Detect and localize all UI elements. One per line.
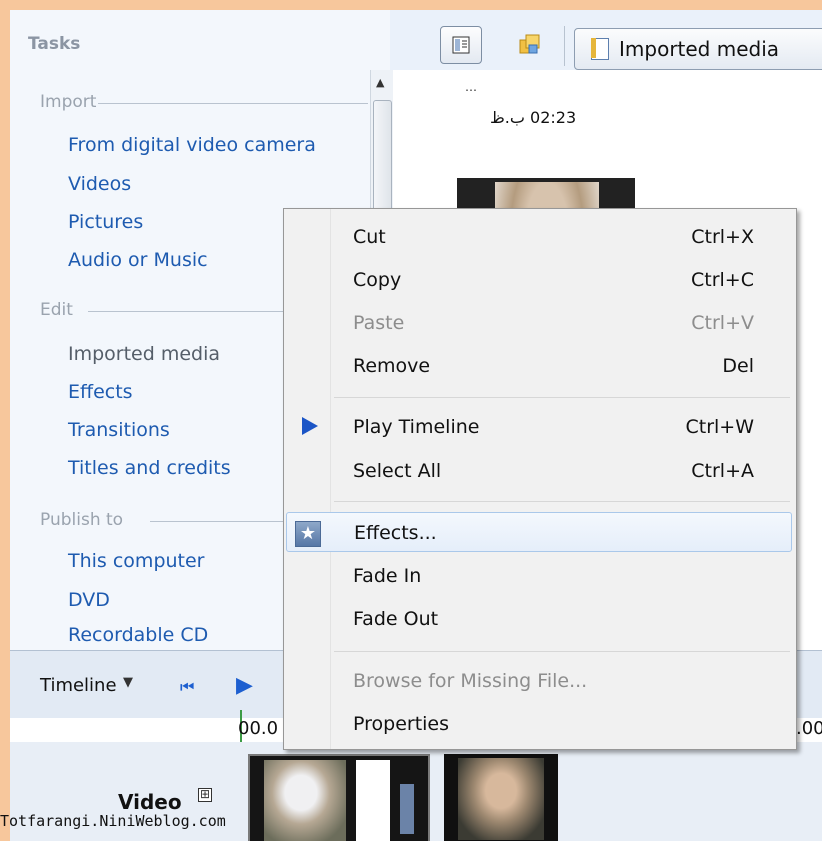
- menu-item-shortcut: Ctrl+V: [691, 312, 754, 334]
- menu-item-label: Play Timeline: [353, 416, 480, 438]
- menu-item-play-timeline[interactable]: Play Timeline Ctrl+W: [286, 407, 792, 447]
- menu-item-shortcut: Del: [722, 355, 754, 377]
- section-header-import: Import: [40, 92, 97, 112]
- menu-item-label: Effects...: [354, 522, 437, 544]
- transition-marker[interactable]: [400, 784, 414, 834]
- menu-item-select-all[interactable]: Select All Ctrl+A: [286, 451, 792, 491]
- menu-item-shortcut: Ctrl+A: [691, 460, 754, 482]
- clip-caption-time: 02:23 ب.ظ: [490, 108, 577, 127]
- menu-item-label: Remove: [353, 355, 431, 377]
- expand-track-icon[interactable]: ⊞: [198, 788, 212, 802]
- task-link-recordable-cd[interactable]: Recordable CD: [68, 624, 208, 648]
- menu-item-label: Fade Out: [353, 608, 439, 630]
- clip-caption-top: …: [465, 80, 479, 94]
- pane-layout-icon: [452, 36, 470, 54]
- task-link-audio-or-music[interactable]: Audio or Music: [68, 249, 208, 271]
- chevron-down-icon[interactable]: ▼: [123, 675, 133, 690]
- task-link-digital-video-camera[interactable]: From digital video camera: [68, 134, 316, 156]
- menu-item-label: Properties: [353, 713, 450, 735]
- menu-item-shortcut: Ctrl+X: [691, 226, 754, 248]
- collections-icon: [519, 34, 540, 54]
- play-icon[interactable]: ▶: [236, 673, 253, 698]
- collection-dropdown-label: Imported media: [619, 37, 780, 61]
- task-link-dvd[interactable]: DVD: [68, 589, 110, 611]
- task-link-videos[interactable]: Videos: [68, 173, 131, 195]
- task-link-transitions[interactable]: Transitions: [68, 419, 170, 441]
- rewind-to-start-icon[interactable]: ⏮: [180, 677, 194, 697]
- menu-item-cut[interactable]: Cut Ctrl+X: [286, 217, 792, 257]
- task-link-titles-and-credits[interactable]: Titles and credits: [68, 457, 231, 479]
- context-menu: Cut Ctrl+X Copy Ctrl+C Paste Ctrl+V Remo…: [283, 208, 797, 750]
- divider: [88, 311, 288, 312]
- menu-item-label: Fade In: [353, 565, 422, 587]
- video-track-label: Video: [118, 790, 182, 814]
- show-tasks-pane-button[interactable]: [440, 26, 482, 64]
- play-icon: [302, 417, 318, 435]
- menu-item-label: Browse for Missing File...: [353, 670, 588, 692]
- clip-frame-image: [356, 760, 390, 841]
- collections-button[interactable]: [516, 32, 544, 60]
- menu-item-label: Copy: [353, 269, 402, 291]
- menu-separator: [334, 651, 790, 652]
- menu-item-label: Select All: [353, 460, 442, 482]
- toolbar-separator: [564, 26, 565, 66]
- menu-item-copy[interactable]: Copy Ctrl+C: [286, 260, 792, 300]
- effects-star-icon: ★: [295, 521, 321, 547]
- clip-frame-image: [458, 758, 544, 840]
- menu-item-paste[interactable]: Paste Ctrl+V: [286, 303, 792, 343]
- ruler-start-time: 00.0: [238, 718, 279, 739]
- menu-separator: [334, 397, 790, 398]
- menu-item-label: Paste: [353, 312, 405, 334]
- menu-item-browse-missing-file[interactable]: Browse for Missing File...: [286, 661, 792, 701]
- task-link-this-computer[interactable]: This computer: [68, 550, 205, 572]
- menu-separator: [334, 501, 790, 502]
- document-icon: [591, 38, 609, 60]
- menu-item-shortcut: Ctrl+C: [691, 269, 754, 291]
- menu-item-effects[interactable]: ★ Effects...: [286, 512, 792, 552]
- section-header-publish: Publish to: [40, 510, 124, 530]
- menu-item-label: Cut: [353, 226, 386, 248]
- menu-item-shortcut: Ctrl+W: [685, 416, 754, 438]
- clip-frame-image: [264, 760, 346, 841]
- timeline-clip[interactable]: [248, 754, 430, 841]
- menu-item-properties[interactable]: Properties: [286, 704, 792, 744]
- divider: [150, 521, 290, 522]
- collection-dropdown[interactable]: Imported media: [574, 28, 822, 70]
- menu-item-remove[interactable]: Remove Del: [286, 346, 792, 386]
- tasks-title: Tasks: [28, 34, 81, 54]
- section-header-edit: Edit: [40, 300, 73, 320]
- menu-item-fade-out[interactable]: Fade Out: [286, 599, 792, 639]
- divider: [98, 103, 368, 104]
- task-link-effects[interactable]: Effects: [68, 381, 133, 403]
- task-link-pictures[interactable]: Pictures: [68, 211, 143, 233]
- timeline-view-button[interactable]: Timeline: [40, 675, 117, 696]
- watermark-text: Totfarangi.NiniWeblog.com: [0, 812, 226, 830]
- ruler-end-time: .00: [796, 718, 822, 739]
- timeline-clip[interactable]: [444, 754, 558, 841]
- menu-item-fade-in[interactable]: Fade In: [286, 556, 792, 596]
- task-link-imported-media[interactable]: Imported media: [68, 343, 220, 365]
- scroll-up-arrow-icon[interactable]: ▲: [376, 76, 384, 89]
